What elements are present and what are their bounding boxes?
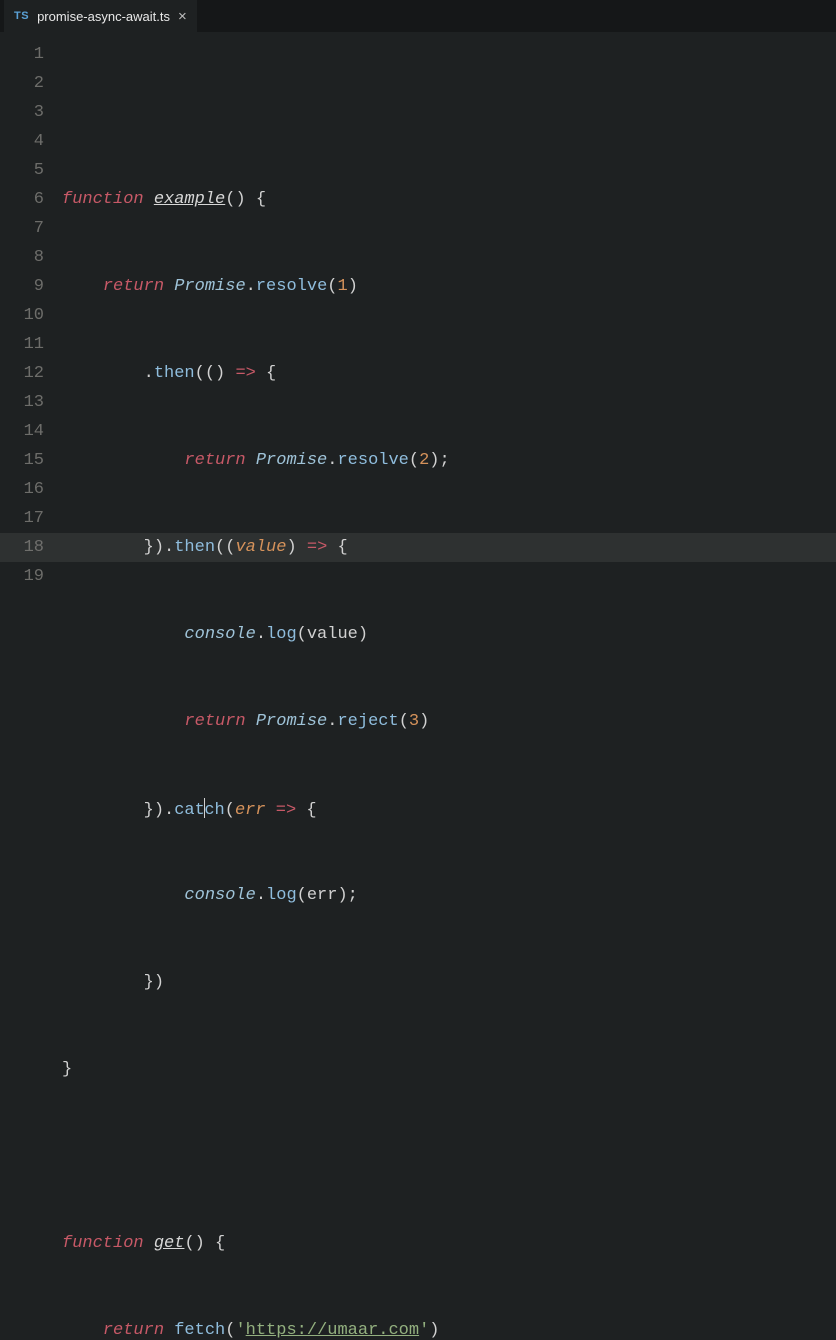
code-line: console.log(err); [62, 881, 836, 910]
tab-bar: TS promise-async-await.ts × [0, 0, 836, 32]
line-number: 15 [0, 446, 44, 475]
line-number: 4 [0, 127, 44, 156]
line-number: 2 [0, 69, 44, 98]
line-number: 16 [0, 475, 44, 504]
line-number: 19 [0, 562, 44, 591]
line-number: 5 [0, 156, 44, 185]
line-number: 17 [0, 504, 44, 533]
code-line: return Promise.reject(3) [62, 707, 836, 736]
code-line: console.log(value) [62, 620, 836, 649]
line-number: 14 [0, 417, 44, 446]
code-line-highlighted: }).then((value) => { [62, 533, 836, 562]
code-line: return fetch('https://umaar.com') [62, 1316, 836, 1340]
code-line: }) [62, 968, 836, 997]
line-number: 6 [0, 185, 44, 214]
tab-filename: promise-async-await.ts [37, 9, 170, 24]
line-number-gutter: 12345678910111213141516171819 [0, 40, 62, 670]
line-number: 3 [0, 98, 44, 127]
code-line: return Promise.resolve(2); [62, 446, 836, 475]
code-area[interactable]: function example() { return Promise.reso… [62, 40, 836, 670]
line-number: 12 [0, 359, 44, 388]
line-number: 1 [0, 40, 44, 69]
line-number: 13 [0, 388, 44, 417]
code-line [62, 98, 836, 127]
ts-badge-icon: TS [14, 10, 29, 22]
line-number: 8 [0, 243, 44, 272]
code-line: } [62, 1055, 836, 1084]
code-line: function get() { [62, 1229, 836, 1258]
close-icon[interactable]: × [178, 9, 187, 24]
editor-tab[interactable]: TS promise-async-await.ts × [4, 0, 197, 32]
code-line: }).catch(err => { [62, 794, 836, 823]
code-line: return Promise.resolve(1) [62, 272, 836, 301]
code-line: function example() { [62, 185, 836, 214]
line-number: 7 [0, 214, 44, 243]
editor[interactable]: 12345678910111213141516171819 function e… [0, 32, 836, 670]
line-number: 11 [0, 330, 44, 359]
code-line [62, 1142, 836, 1171]
line-number: 9 [0, 272, 44, 301]
text-cursor-icon [204, 798, 206, 818]
line-number: 10 [0, 301, 44, 330]
code-line: .then(() => { [62, 359, 836, 388]
